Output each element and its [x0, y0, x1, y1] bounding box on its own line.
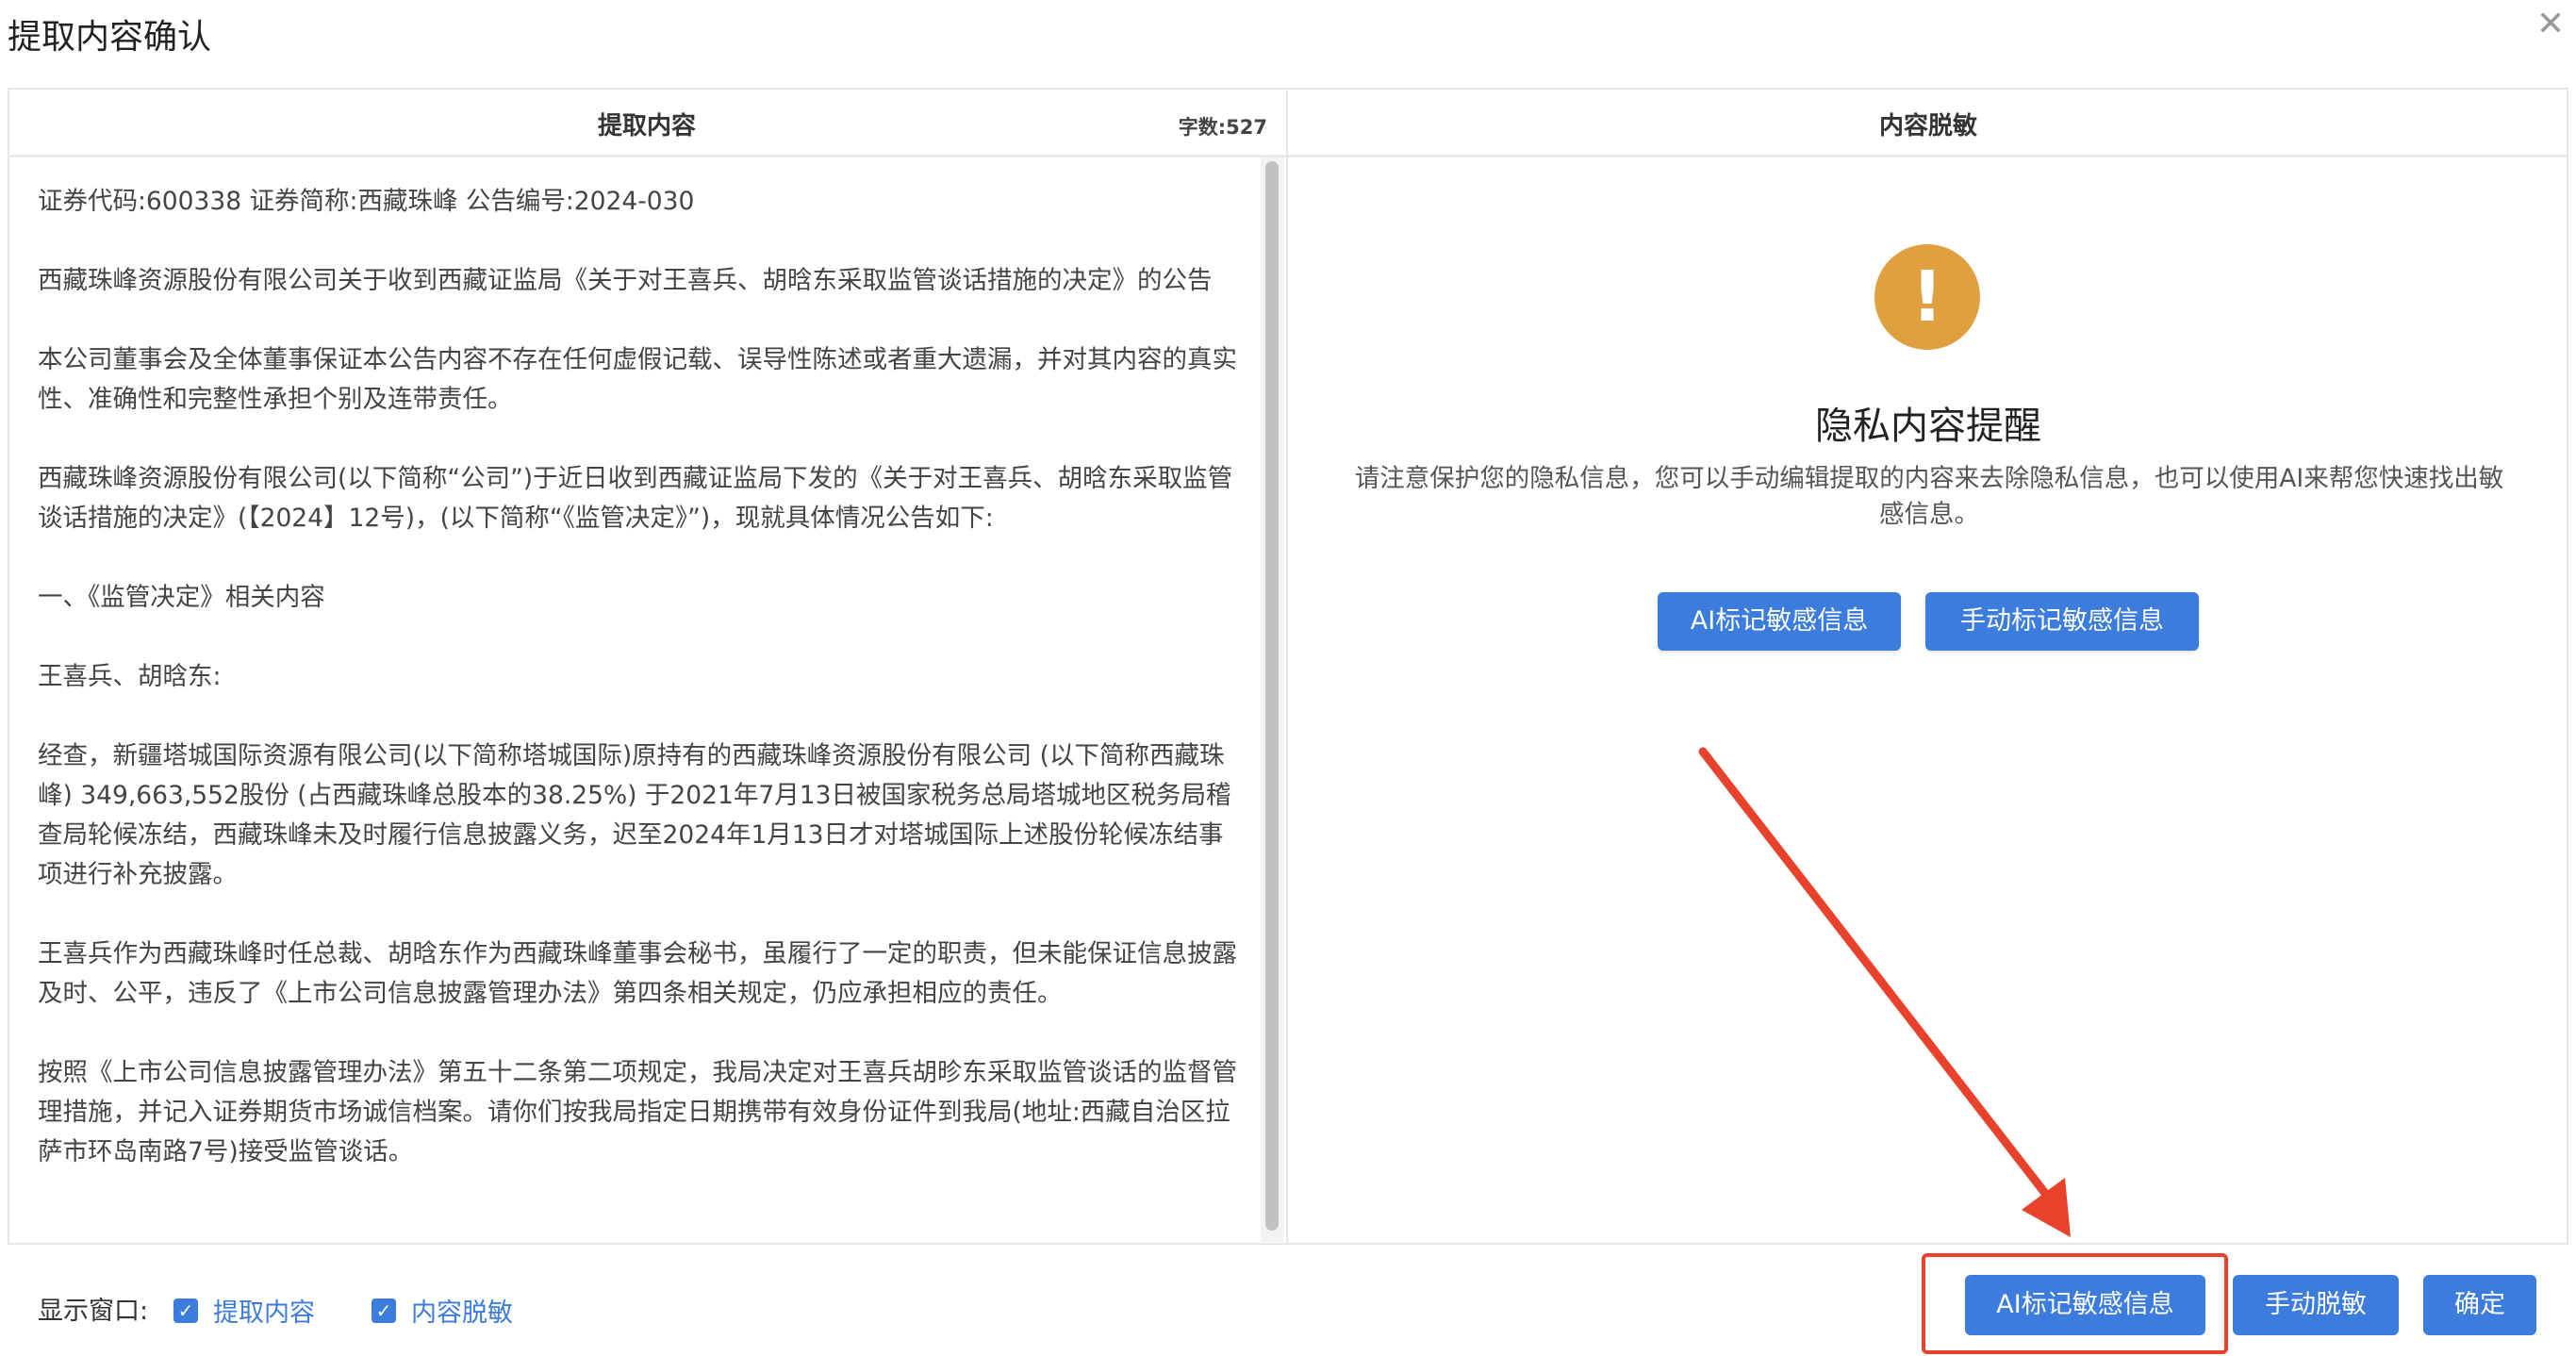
extract-confirm-dialog: 提取内容确认 ✕ 提取内容 字数:527 证券代码:600338 证券简称:西藏… [0, 0, 2576, 1356]
annotation-arrow [1698, 747, 2071, 1237]
